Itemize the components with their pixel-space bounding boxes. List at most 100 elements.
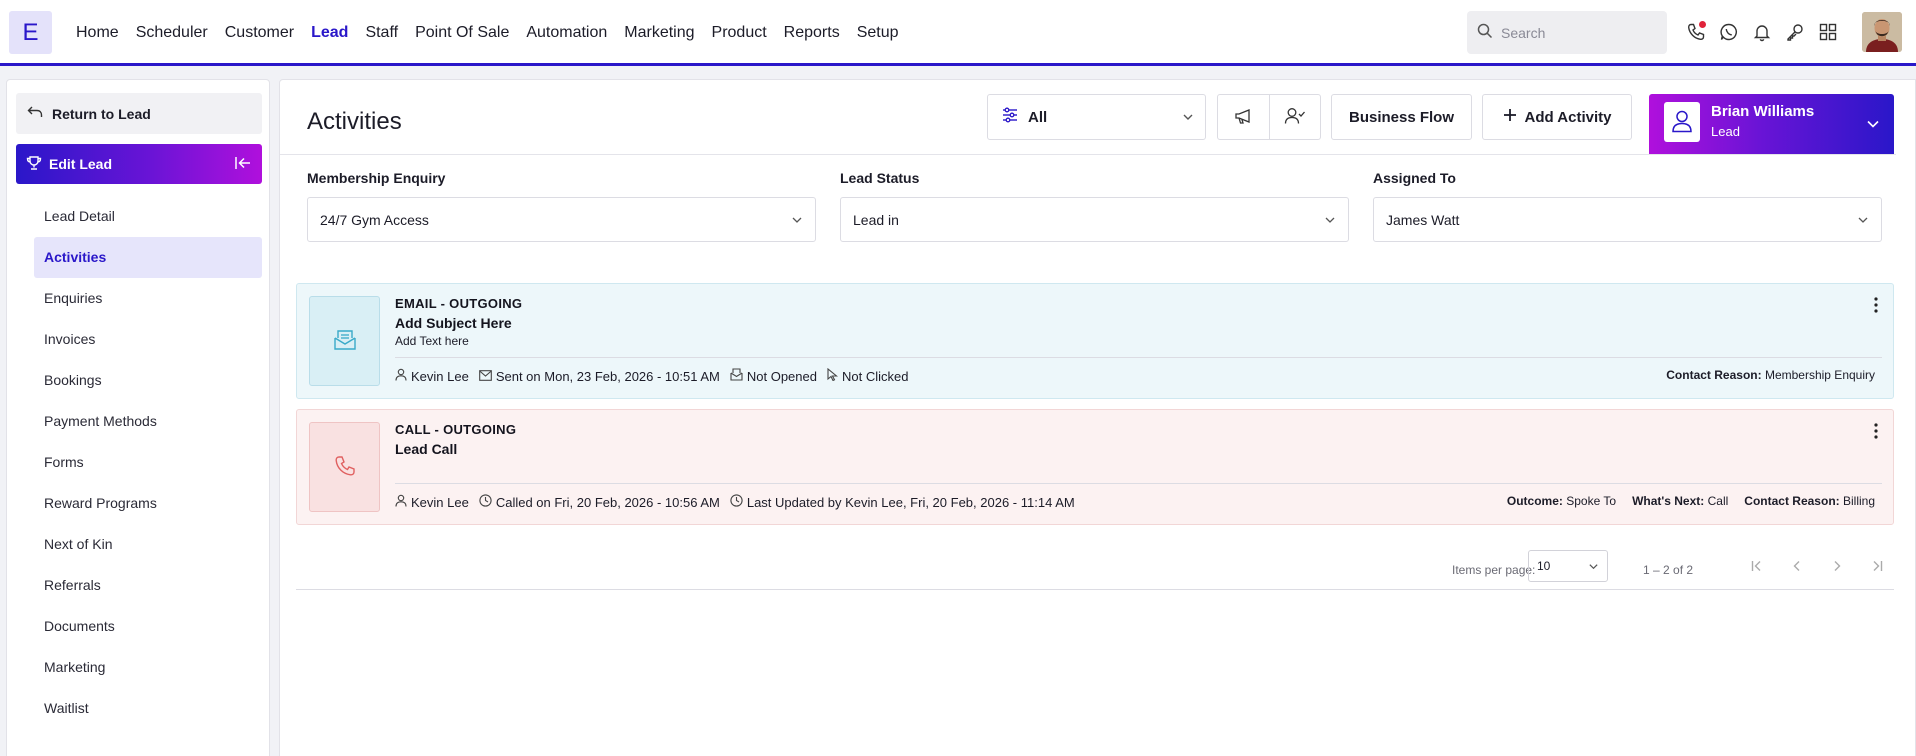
sidebar-item-bookings[interactable]: Bookings: [34, 360, 262, 401]
clock-icon: [479, 494, 492, 510]
activity-card-email[interactable]: EMAIL - OUTGOING Add Subject Here Add Te…: [296, 283, 1894, 399]
sidebar-item-referrals[interactable]: Referrals: [34, 565, 262, 606]
nav-item-product[interactable]: Product: [712, 24, 767, 42]
sidebar-item-invoices[interactable]: Invoices: [34, 319, 262, 360]
items-per-page-select[interactable]: 10: [1528, 550, 1608, 582]
trophy-icon: [26, 155, 42, 174]
whats-next-label: What's Next:: [1632, 494, 1705, 508]
phone-icon: [333, 454, 357, 481]
nav-item-lead[interactable]: Lead: [311, 24, 348, 42]
previous-page-icon[interactable]: [1787, 556, 1807, 576]
whats-next-value: Call: [1707, 494, 1729, 508]
activity-staff: Kevin Lee: [395, 368, 469, 384]
sidebar-item-marketing[interactable]: Marketing: [34, 647, 262, 688]
lead-profile-card[interactable]: Brian Williams Lead: [1649, 94, 1894, 154]
sidebar-menu: Lead Detail Activities Enquiries Invoice…: [34, 196, 262, 729]
sidebar-item-lead-detail[interactable]: Lead Detail: [34, 196, 262, 237]
notification-dot: [1699, 21, 1706, 28]
activity-type: EMAIL - OUTGOING: [395, 296, 523, 311]
apps-grid-icon[interactable]: [1816, 20, 1839, 43]
contact-reason-value: Membership Enquiry: [1764, 368, 1875, 382]
sidebar-item-payment-methods[interactable]: Payment Methods: [34, 401, 262, 442]
sidebar-item-forms[interactable]: Forms: [34, 442, 262, 483]
activity-meta: Kevin Lee Called on Fri, 20 Feb, 2026 - …: [395, 494, 1075, 510]
megaphone-button[interactable]: [1218, 95, 1269, 139]
phone-icon[interactable]: [1684, 20, 1707, 43]
return-to-lead-button[interactable]: Return to Lead: [16, 93, 262, 134]
sidebar-item-reward-programs[interactable]: Reward Programs: [34, 483, 262, 524]
megaphone-icon: [1234, 107, 1254, 128]
person-icon: [1671, 109, 1693, 136]
next-page-icon[interactable]: [1827, 556, 1847, 576]
first-page-icon[interactable]: [1747, 556, 1767, 576]
collapse-sidebar-icon[interactable]: [234, 155, 252, 174]
app-logo[interactable]: E: [9, 11, 52, 54]
cursor-icon: [827, 367, 839, 384]
membership-enquiry-value: 24/7 Gym Access: [320, 211, 429, 228]
chevron-down-icon: [1857, 213, 1869, 229]
lead-status-select[interactable]: Lead in: [840, 197, 1349, 242]
contact-reason-value: Billing: [1842, 494, 1875, 508]
lead-name: Brian Williams: [1711, 103, 1815, 120]
nav-item-marketing[interactable]: Marketing: [624, 24, 694, 42]
open-mail-icon: [730, 368, 743, 384]
nav-item-customer[interactable]: Customer: [225, 24, 294, 42]
search-box[interactable]: [1467, 11, 1667, 54]
main-nav: Home Scheduler Customer Lead Staff Point…: [76, 0, 899, 66]
paginator: Items per page: 10 1 – 2 of 2: [296, 550, 1894, 590]
chevron-down-icon[interactable]: [1866, 117, 1880, 134]
activity-subject: Add Subject Here: [395, 315, 512, 331]
edit-lead-header: Edit Lead: [16, 144, 262, 184]
page-title: Activities: [307, 108, 402, 135]
outcome-label: Outcome:: [1506, 494, 1563, 508]
nav-item-reports[interactable]: Reports: [784, 24, 840, 42]
more-options-icon[interactable]: [1873, 296, 1879, 317]
outcome: Outcome: Spoke To: [1507, 494, 1616, 508]
chevron-down-icon: [1588, 561, 1599, 575]
mail-icon: [478, 369, 492, 384]
logo-letter: E: [22, 18, 39, 46]
assigned-to-label: Assigned To: [1373, 170, 1456, 186]
lead-status-label: Lead Status: [840, 170, 920, 186]
sent-text: Sent on Mon, 23 Feb, 2026 - 10:51 AM: [495, 368, 720, 384]
sidebar-item-enquiries[interactable]: Enquiries: [34, 278, 262, 319]
called-text: Called on Fri, 20 Feb, 2026 - 10:56 AM: [495, 494, 720, 510]
add-activity-button[interactable]: Add Activity: [1482, 94, 1632, 140]
activity-staff: Kevin Lee: [395, 494, 469, 510]
sidebar-item-next-of-kin[interactable]: Next of Kin: [34, 524, 262, 565]
search-input[interactable]: [1501, 24, 1651, 41]
activity-text: Add Text here: [395, 334, 469, 348]
assigned-to-select[interactable]: James Watt: [1373, 197, 1882, 242]
nav-item-scheduler[interactable]: Scheduler: [136, 24, 208, 42]
action-icon-group: [1217, 94, 1321, 140]
sidebar-item-waitlist[interactable]: Waitlist: [34, 688, 262, 729]
nav-item-staff[interactable]: Staff: [365, 24, 398, 42]
chevron-down-icon: [791, 213, 803, 229]
membership-enquiry-select[interactable]: 24/7 Gym Access: [307, 197, 816, 242]
business-flow-label: Business Flow: [1348, 108, 1455, 126]
nav-item-point-of-sale[interactable]: Point Of Sale: [415, 24, 509, 42]
activity-meta: Kevin Lee Sent on Mon, 23 Feb, 2026 - 10…: [395, 367, 908, 384]
sidebar-item-documents[interactable]: Documents: [34, 606, 262, 647]
contact-reason-label: Contact Reason:: [1666, 368, 1762, 382]
sidebar-item-activities[interactable]: Activities: [34, 237, 262, 278]
activity-card-call[interactable]: CALL - OUTGOING Lead Call Kevin Lee Call…: [296, 409, 1894, 525]
top-navigation-bar: E Home Scheduler Customer Lead Staff Poi…: [0, 0, 1916, 66]
bell-icon[interactable]: [1750, 20, 1773, 43]
nav-item-automation[interactable]: Automation: [526, 24, 607, 42]
user-icon: [395, 494, 407, 510]
activity-divider: [395, 357, 1882, 358]
nav-item-setup[interactable]: Setup: [857, 24, 899, 42]
user-check-icon: [1284, 107, 1306, 128]
plus-icon: [1503, 108, 1517, 126]
key-icon[interactable]: [1783, 20, 1806, 43]
assign-user-button[interactable]: [1269, 95, 1320, 139]
user-avatar[interactable]: [1862, 12, 1902, 52]
business-flow-button[interactable]: Business Flow: [1331, 94, 1472, 140]
items-per-page-value: 10: [1537, 559, 1551, 573]
more-options-icon[interactable]: [1873, 422, 1879, 443]
whatsapp-icon[interactable]: [1717, 20, 1740, 43]
nav-item-home[interactable]: Home: [76, 24, 119, 42]
last-page-icon[interactable]: [1867, 556, 1887, 576]
activity-filter-select[interactable]: All: [987, 94, 1206, 140]
